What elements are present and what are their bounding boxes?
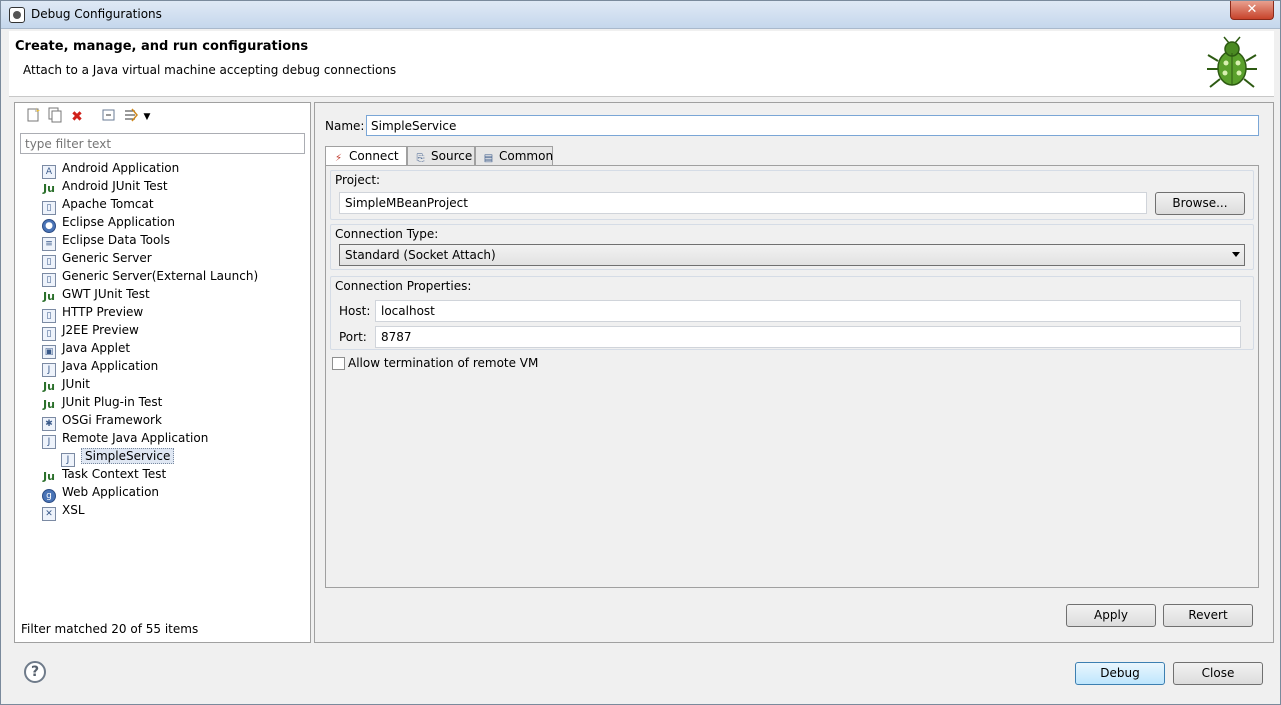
new-config-icon[interactable] [23, 107, 43, 127]
name-input[interactable] [366, 115, 1259, 136]
filter-input[interactable] [20, 133, 305, 154]
window-close-button[interactable]: ✕ [1230, 1, 1274, 20]
connection-type-title: Connection Type: [335, 227, 439, 241]
connection-properties-title: Connection Properties: [335, 279, 472, 293]
dropdown-arrow-icon[interactable]: ▼ [141, 107, 153, 127]
tree-item[interactable]: g Web Application [42, 483, 160, 503]
tree-item-label: Web Application [62, 485, 160, 499]
tab-common[interactable]: ▤ Common [475, 146, 553, 166]
host-field[interactable]: localhost [375, 300, 1241, 322]
tab-connect-label: Connect [349, 149, 399, 163]
connection-type-select[interactable]: Standard (Socket Attach) [339, 244, 1245, 266]
allow-termination-label[interactable]: Allow termination of remote VM [348, 356, 538, 370]
chevron-down-icon [1232, 252, 1240, 257]
tree-item-label: Java Application [62, 359, 159, 373]
connect-icon: ⚡ [334, 153, 343, 164]
tree-item[interactable]: ✕ XSL [42, 501, 85, 521]
host-label: Host: [339, 304, 371, 318]
collapse-all-icon[interactable] [99, 107, 119, 127]
project-field[interactable]: SimpleMBeanProject [339, 192, 1147, 214]
connect-tab-body: Project: SimpleMBeanProject Browse... Co… [325, 165, 1259, 588]
source-icon: ⎘ [416, 153, 425, 164]
filter-icon[interactable] [121, 107, 141, 127]
tree-item[interactable]: Ju JUnit [42, 375, 90, 393]
connection-type-group: Connection Type: Standard (Socket Attach… [330, 224, 1254, 270]
tab-connect[interactable]: ⚡ Connect [325, 146, 407, 167]
debug-window-icon [9, 7, 25, 23]
tree-item-label: HTTP Preview [62, 305, 144, 319]
tree-item-label: J2EE Preview [62, 323, 139, 337]
duplicate-icon[interactable] [45, 107, 65, 127]
remote-java-icon: J [42, 435, 56, 449]
tree-item[interactable]: J Remote Java Application [42, 429, 209, 449]
tree-item-label: Eclipse Data Tools [62, 233, 170, 247]
tab-common-label: Common [499, 149, 554, 163]
revert-button[interactable]: Revert [1163, 604, 1253, 627]
tab-source-label: Source [431, 149, 473, 163]
tree-item[interactable]: Ju GWT JUnit Test [42, 285, 150, 303]
common-icon: ▤ [483, 153, 494, 164]
tree-item-label: Generic Server [62, 251, 152, 265]
tree-item[interactable]: Ju JUnit Plug-in Test [42, 393, 162, 411]
port-label: Port: [339, 330, 367, 344]
tree-item-label: Apache Tomcat [62, 197, 154, 211]
header-title: Create, manage, and run configurations [15, 39, 309, 54]
config-tree-panel: ✖ ▼ AAndroid ApplicationJuAndroid JUnit … [14, 102, 311, 643]
connection-type-value: Standard (Socket Attach) [345, 248, 496, 262]
help-icon[interactable]: ? [24, 661, 46, 683]
close-button[interactable]: Close [1173, 662, 1263, 685]
tree-item-label: OSGi Framework [62, 413, 162, 427]
apply-button[interactable]: Apply [1066, 604, 1156, 627]
tree-item-label: Eclipse Application [62, 215, 175, 229]
port-field[interactable]: 8787 [375, 326, 1241, 348]
tree-item-label: Android Application [62, 161, 180, 175]
project-group: Project: SimpleMBeanProject Browse... [330, 170, 1254, 220]
tree-item[interactable]: J Java Application [42, 357, 159, 377]
tree-item[interactable]: Ju Task Context Test [42, 465, 166, 483]
debug-configurations-window: Debug Configurations ✕ Create, manage, a… [0, 0, 1281, 705]
browse-button[interactable]: Browse... [1155, 192, 1245, 215]
header-subtitle: Attach to a Java virtual machine accepti… [23, 63, 397, 77]
tree-item-label: Java Applet [62, 341, 131, 355]
tree-item-label: Android JUnit Test [62, 179, 168, 193]
tree-item-label: XSL [62, 503, 85, 517]
allow-termination-checkbox[interactable] [332, 357, 345, 370]
tree-item[interactable]: ▯ J2EE Preview [42, 321, 139, 341]
tree-item[interactable]: ▯ Generic Server [42, 249, 152, 269]
tree-item[interactable]: ▣ Java Applet [42, 339, 131, 359]
tree-item[interactable]: ▯ HTTP Preview [42, 303, 144, 323]
debug-button[interactable]: Debug [1075, 662, 1165, 685]
window-title: Debug Configurations [31, 7, 162, 21]
filter-status: Filter matched 20 of 55 items [21, 622, 199, 636]
project-group-title: Project: [335, 173, 381, 187]
dialog-header: Create, manage, and run configurations A… [9, 31, 1274, 97]
tree-item-label: JUnit Plug-in Test [62, 395, 163, 409]
tree-item-label: Generic Server(External Launch) [62, 269, 259, 283]
config-editor-panel: Name: ⚡ Connect ⎘ Source ▤ Common Project: … [314, 102, 1274, 643]
tree-item-label: GWT JUnit Test [62, 287, 150, 301]
name-label: Name: [325, 119, 365, 133]
xsl-icon: ✕ [42, 507, 56, 521]
tree-item[interactable]: J SimpleService [61, 447, 175, 467]
tree-item[interactable]: Ju Android JUnit Test [42, 177, 168, 195]
tree-item[interactable]: A Android Application [42, 159, 180, 179]
tree-item[interactable]: ▯ Apache Tomcat [42, 195, 154, 215]
title-bar[interactable]: Debug Configurations ✕ [1, 1, 1280, 29]
connection-properties-group: Connection Properties: Host: localhost P… [330, 276, 1254, 350]
tree-item-label: Remote Java Application [62, 431, 209, 445]
tree-item[interactable]: ▯ Generic Server(External Launch) [42, 267, 259, 287]
tree-item[interactable]: ● Eclipse Application [42, 213, 175, 233]
tree-item[interactable]: ≡ Eclipse Data Tools [42, 231, 170, 251]
tree-item-label: SimpleService [81, 448, 175, 464]
debug-bug-icon [1207, 36, 1257, 88]
tab-source[interactable]: ⎘ Source [407, 146, 475, 166]
delete-icon[interactable]: ✖ [67, 107, 87, 127]
tree-item-label: JUnit [62, 377, 90, 391]
tree-item[interactable]: ✱ OSGi Framework [42, 411, 162, 431]
tree-item-label: Task Context Test [62, 467, 167, 481]
